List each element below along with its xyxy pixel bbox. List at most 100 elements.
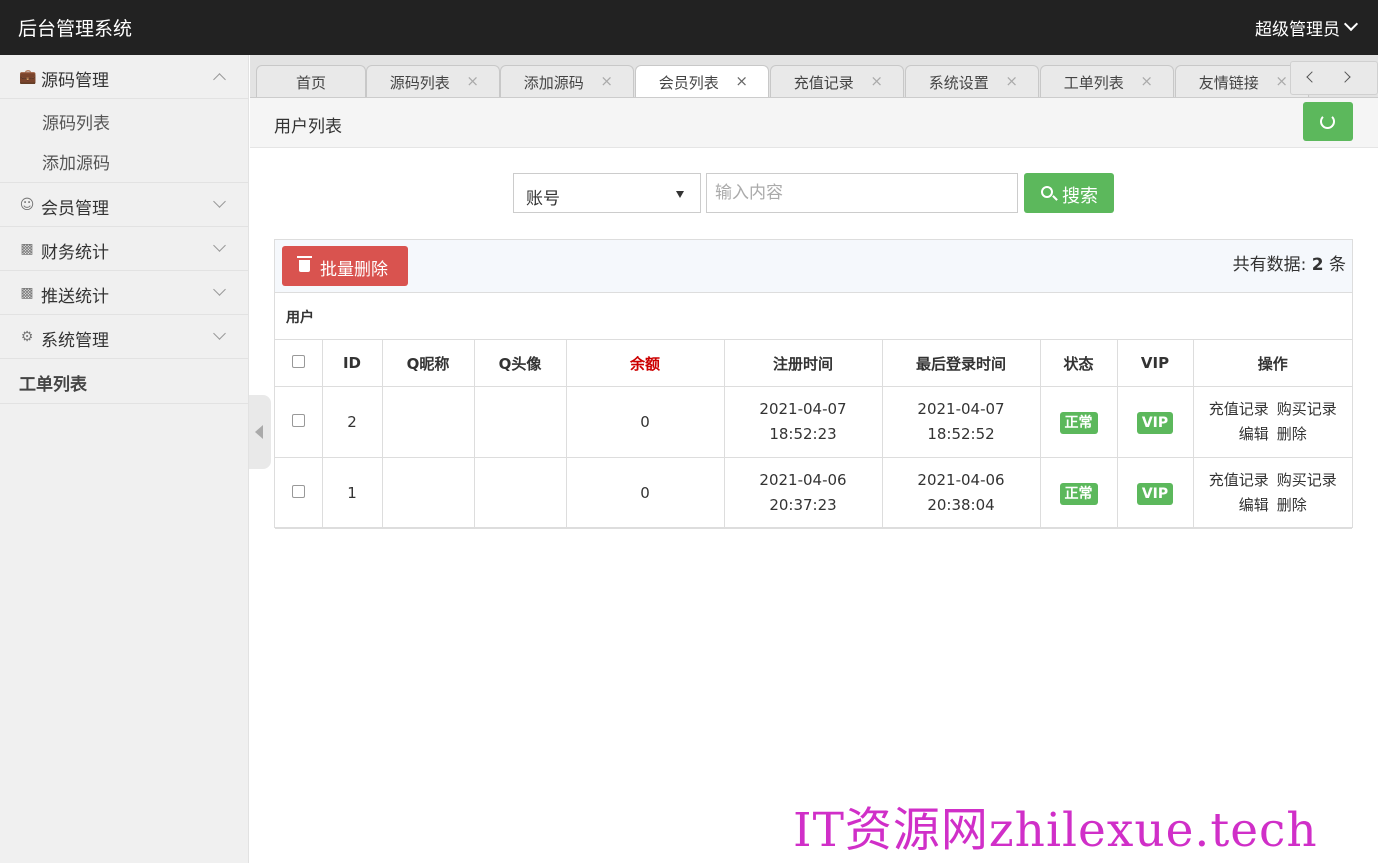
row-select-cell — [275, 457, 323, 529]
tab-bar: 首页 源码列表 × 添加源码 × 会员列表 × 充值记录 × 系统设置 × 工单列表 × 友… — [250, 55, 1378, 98]
truck-icon: ▩ — [20, 285, 34, 301]
table-caption: 用户 — [286, 310, 314, 326]
tab-settings[interactable]: 系统设置 × — [905, 65, 1039, 97]
sidebar-group-label: 系统管理 — [41, 331, 109, 351]
batch-delete-button[interactable]: 批量删除 — [282, 246, 408, 286]
sidebar-group-system[interactable]: ⚙ 系统管理 — [0, 315, 248, 359]
chevron-down-icon[interactable] — [1343, 16, 1359, 32]
top-bar: 后台管理系统 超级管理员 — [0, 0, 1378, 55]
cell-avatar — [473, 386, 567, 458]
tab-add-source[interactable]: 添加源码 × — [500, 65, 634, 97]
chevron-down-icon — [213, 195, 226, 208]
tab-label: 系统设置 — [928, 74, 989, 92]
col-id[interactable]: ID — [321, 339, 383, 387]
table-toolbar: 批量删除 共有数据: 2 条 — [275, 240, 1352, 293]
sidebar-group-label: 源码管理 — [41, 71, 109, 91]
table-row: 1 0 2021-04-06 20:37:23 2021-04-06 20:38… — [275, 457, 1352, 529]
cell-id: 1 — [321, 457, 383, 529]
table-row: 2 0 2021-04-07 18:52:23 2021-04-07 18:52… — [275, 386, 1352, 458]
close-icon[interactable]: × — [870, 72, 883, 90]
purchase-record-link[interactable]: 购买记录 — [1277, 471, 1337, 489]
sidebar-group-push[interactable]: ▩ 推送统计 — [0, 271, 248, 315]
sidebar-group-members[interactable]: ☺ 会员管理 — [0, 183, 248, 227]
user-icon: ☺ — [19, 197, 35, 213]
chevron-down-icon — [213, 283, 226, 296]
close-icon[interactable]: × — [1005, 72, 1018, 90]
tab-source-list[interactable]: 源码列表 × — [366, 65, 500, 97]
status-badge: 正常 — [1059, 411, 1098, 434]
bag-icon: 💼 — [19, 69, 37, 85]
truck-icon: ▩ — [20, 241, 34, 257]
recharge-record-link[interactable]: 充值记录 — [1209, 400, 1269, 418]
tab-home[interactable]: 首页 — [256, 65, 366, 97]
row-checkbox[interactable] — [291, 484, 305, 498]
sidebar-item-label: 工单列表 — [19, 375, 87, 395]
sidebar-item-tickets[interactable]: 工单列表 — [0, 359, 248, 404]
cell-status: 正常 — [1039, 386, 1118, 458]
close-icon[interactable]: × — [466, 72, 479, 90]
cell-actions: 充值记录 购买记录 编辑 删除 — [1192, 457, 1352, 529]
sidebar-group-label: 推送统计 — [41, 287, 109, 307]
edit-link[interactable]: 编辑 — [1239, 425, 1269, 443]
trash-icon — [297, 256, 312, 272]
row-checkbox[interactable] — [291, 413, 305, 427]
tab-member-list[interactable]: 会员列表 × — [635, 65, 769, 97]
member-table: ID Q昵称 Q头像 余额 注册时间 最后登录时间 状态 VIP 操作 2 0 … — [275, 339, 1352, 529]
sidebar-collapse-handle[interactable] — [249, 395, 271, 469]
close-icon[interactable]: × — [735, 72, 748, 90]
recharge-record-link[interactable]: 充值记录 — [1209, 471, 1269, 489]
sidebar-item-label: 添加源码 — [42, 154, 110, 174]
chevron-left-icon[interactable] — [1306, 71, 1318, 83]
col-status: 状态 — [1039, 339, 1118, 387]
col-balance[interactable]: 余额 — [565, 339, 725, 387]
cell-balance: 0 — [565, 386, 725, 458]
col-actions: 操作 — [1192, 339, 1352, 387]
sidebar-item-label: 源码列表 — [42, 114, 110, 134]
tab-links[interactable]: 友情链接 × — [1175, 65, 1309, 97]
tab-label: 首页 — [295, 74, 326, 92]
cell-actions: 充值记录 购买记录 编辑 删除 — [1192, 386, 1352, 458]
select-all-checkbox[interactable] — [291, 355, 305, 368]
edit-link[interactable]: 编辑 — [1239, 496, 1269, 514]
purchase-record-link[interactable]: 购买记录 — [1277, 400, 1337, 418]
gear-icon: ⚙ — [20, 329, 34, 345]
sidebar-group-source[interactable]: 💼 源码管理 — [0, 55, 248, 99]
user-menu[interactable]: 超级管理员 — [1255, 15, 1340, 40]
chevron-right-icon[interactable] — [1339, 71, 1351, 83]
delete-link[interactable]: 删除 — [1277, 425, 1307, 443]
cell-register-time: 2021-04-07 18:52:23 — [723, 386, 883, 458]
close-icon[interactable]: × — [1140, 72, 1153, 90]
search-field-select[interactable]: 账号 — [513, 173, 701, 213]
chevron-down-icon — [213, 239, 226, 252]
tab-recharge[interactable]: 充值记录 × — [770, 65, 904, 97]
sidebar-item-source-list[interactable]: 源码列表 — [0, 99, 248, 139]
total-prefix: 共有数据: — [1232, 255, 1307, 275]
refresh-icon — [1320, 114, 1335, 129]
sidebar-group-finance[interactable]: ▩ 财务统计 — [0, 227, 248, 271]
chevron-up-icon — [213, 73, 226, 86]
sidebar-item-add-source[interactable]: 添加源码 — [0, 139, 248, 183]
search-button[interactable]: 搜索 — [1024, 173, 1114, 213]
cell-last-login: 2021-04-07 18:52:52 — [881, 386, 1041, 458]
tab-label: 会员列表 — [658, 74, 719, 92]
cell-id: 2 — [321, 386, 383, 458]
total-suffix: 条 — [1329, 255, 1346, 275]
cell-nickname — [381, 386, 475, 458]
tab-label: 充值记录 — [793, 74, 854, 92]
close-icon[interactable]: × — [1275, 72, 1288, 90]
delete-link[interactable]: 删除 — [1277, 496, 1307, 514]
caret-down-icon — [676, 191, 684, 198]
total-count: 共有数据: 2 条 — [1233, 250, 1346, 275]
sidebar: 💼 源码管理 源码列表 添加源码 ☺ 会员管理 ▩ 财务统计 ▩ 推送统计 ⚙ … — [0, 55, 249, 863]
tab-label: 源码列表 — [389, 74, 450, 92]
refresh-button[interactable] — [1303, 102, 1353, 141]
chevron-down-icon — [213, 327, 226, 340]
sidebar-group-label: 财务统计 — [41, 243, 109, 263]
close-icon[interactable]: × — [600, 72, 613, 90]
sidebar-group-label: 会员管理 — [41, 199, 109, 219]
vip-badge: VIP — [1136, 411, 1174, 434]
tab-tickets[interactable]: 工单列表 × — [1040, 65, 1174, 97]
col-last-login: 最后登录时间 — [881, 339, 1041, 387]
search-input[interactable] — [706, 173, 1018, 213]
cell-vip: VIP — [1116, 457, 1194, 529]
